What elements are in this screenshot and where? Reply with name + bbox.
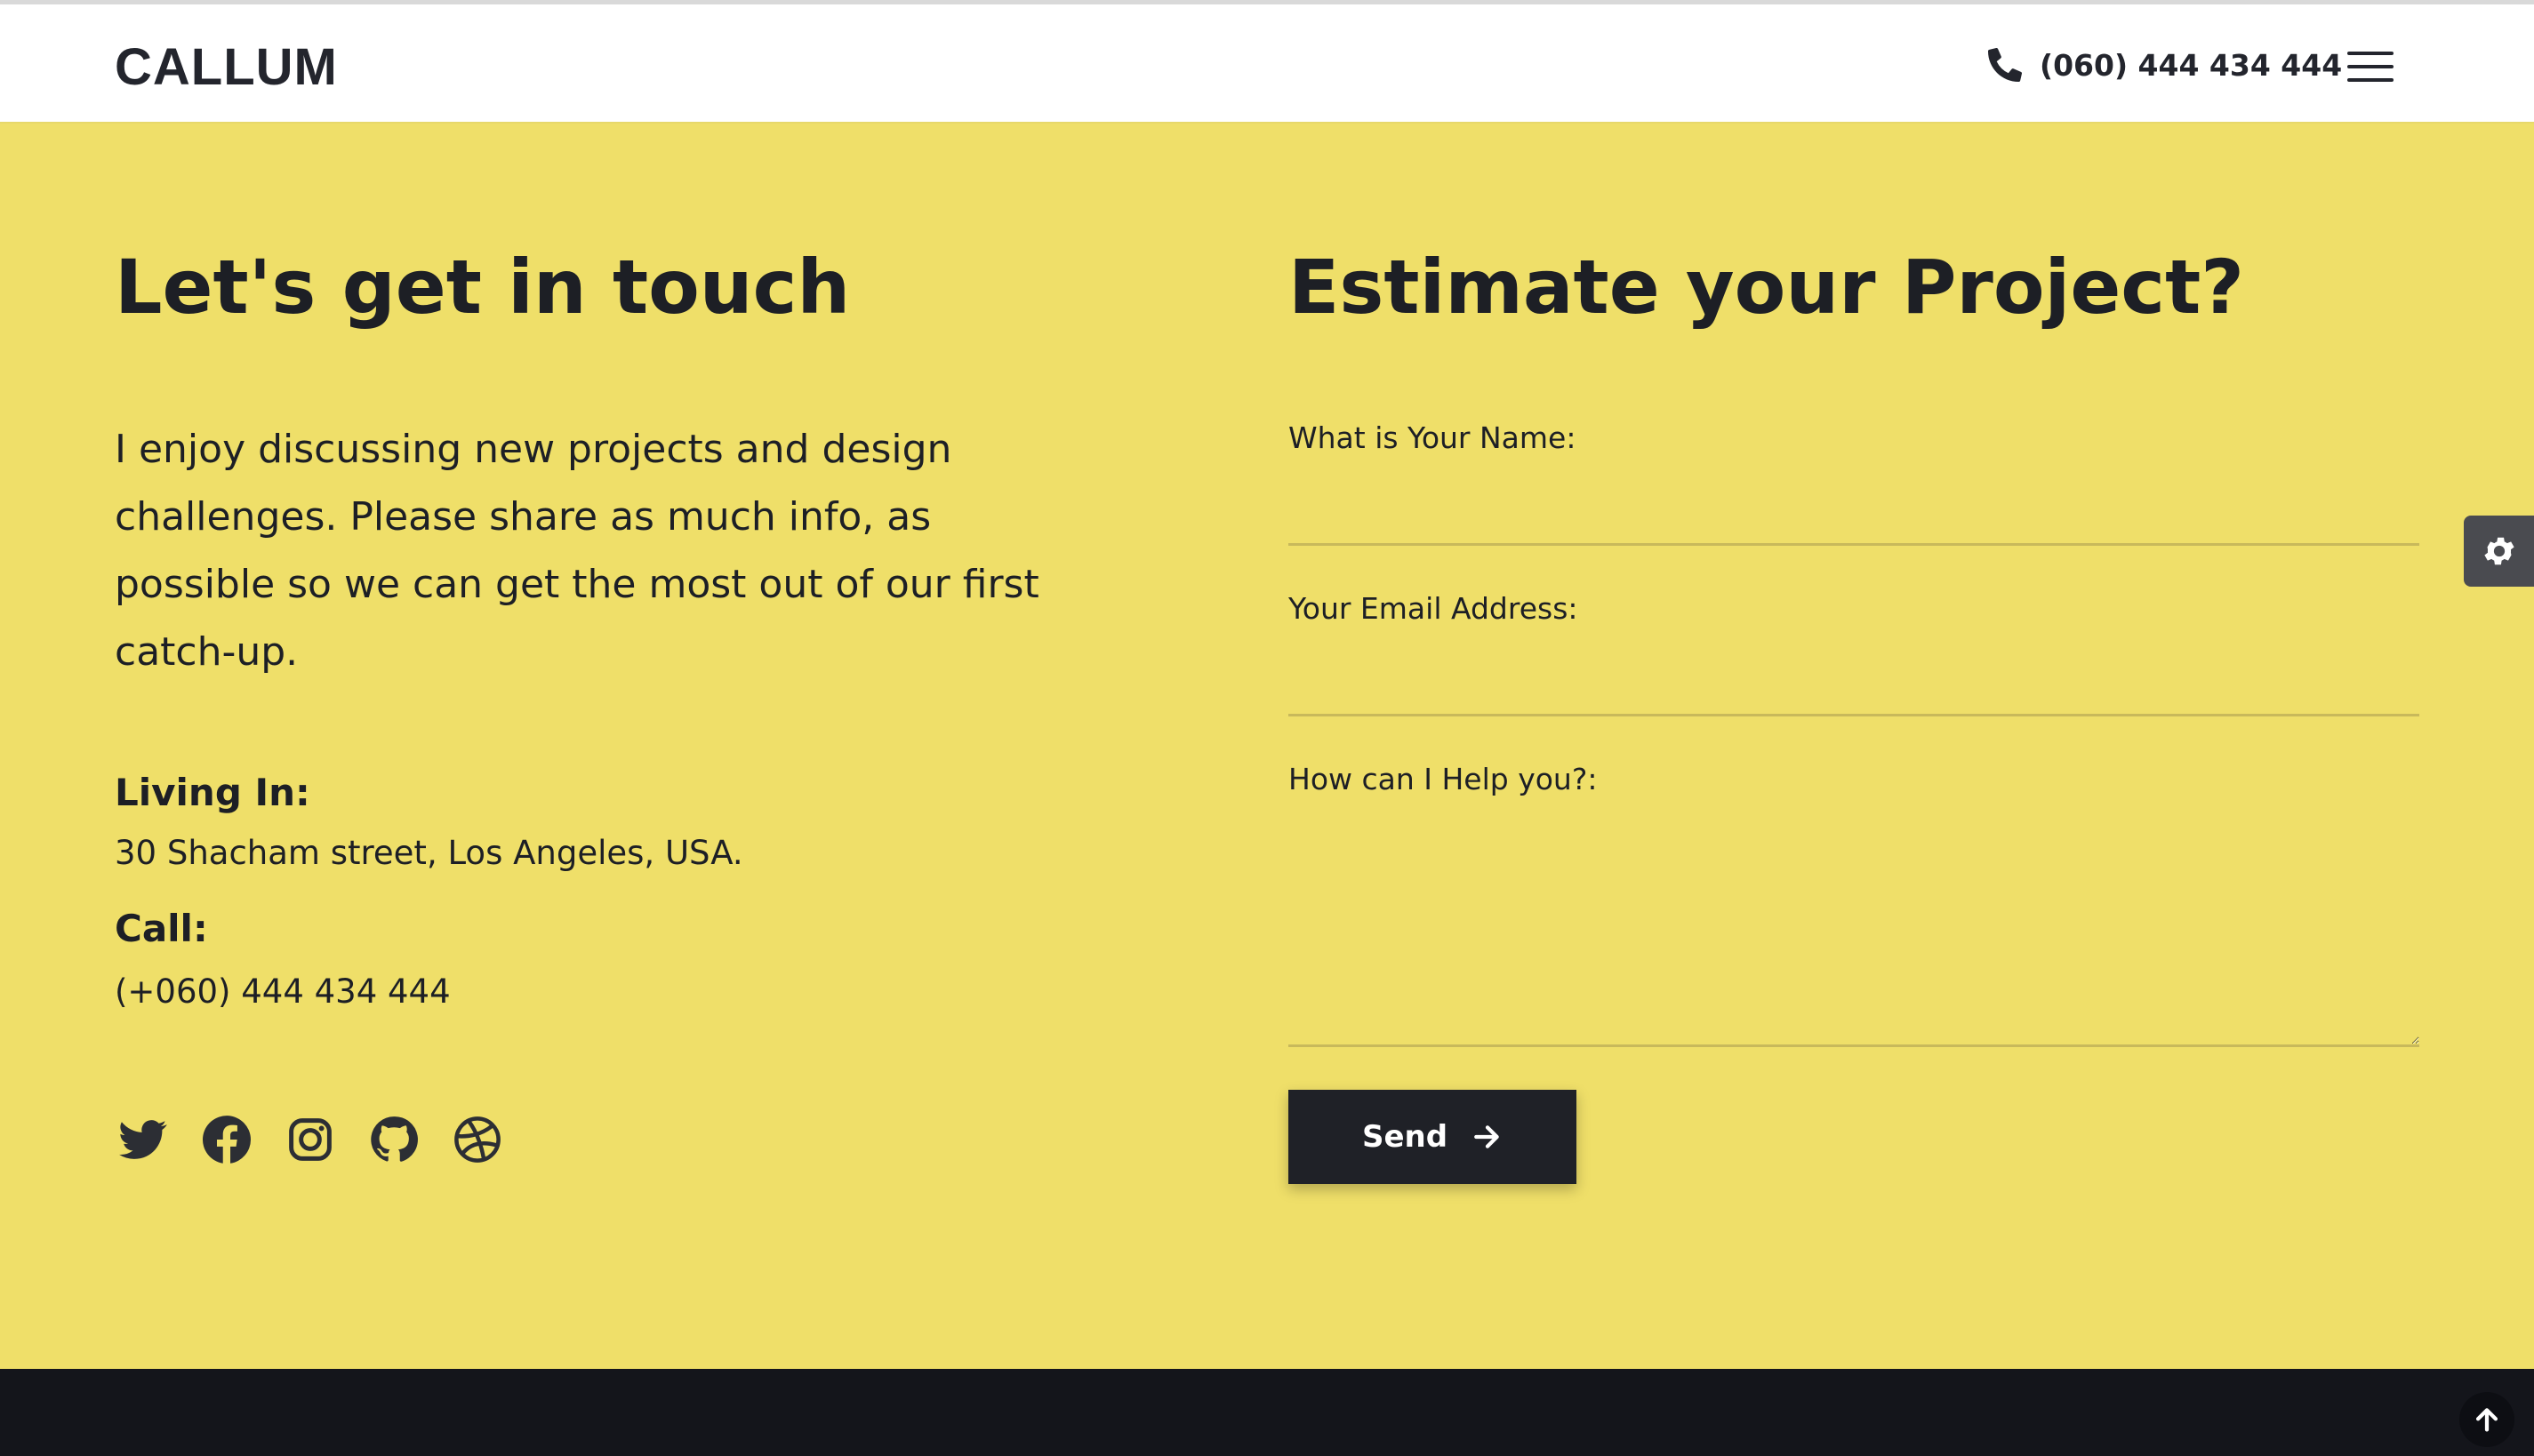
name-label: What is Your Name: bbox=[1288, 420, 1576, 455]
instagram-icon[interactable] bbox=[286, 1116, 334, 1164]
send-button[interactable]: Send bbox=[1288, 1090, 1576, 1184]
logo[interactable]: CALLUM bbox=[115, 36, 338, 99]
header-phone-number: (060) 444 434 444 bbox=[2040, 47, 2343, 83]
living-in-label: Living In: bbox=[115, 771, 310, 814]
send-button-label: Send bbox=[1361, 1119, 1448, 1155]
contact-intro: I enjoy discussing new projects and desi… bbox=[115, 427, 1039, 675]
settings-toggle[interactable] bbox=[2464, 516, 2534, 587]
help-label: How can I Help you?: bbox=[1288, 762, 1598, 796]
call-label: Call: bbox=[115, 907, 208, 950]
scroll-to-top-button[interactable] bbox=[2459, 1392, 2514, 1447]
arrow-up-icon bbox=[2475, 1408, 2498, 1432]
dribbble-icon[interactable] bbox=[453, 1116, 501, 1164]
menu-icon[interactable] bbox=[2347, 52, 2394, 82]
site-header: CALLUM (060) 444 434 444 bbox=[0, 4, 2534, 124]
social-links bbox=[119, 1116, 501, 1164]
message-textarea[interactable] bbox=[1288, 827, 2419, 1047]
form-title: Estimate your Project? bbox=[1288, 244, 2244, 331]
email-input[interactable] bbox=[1288, 668, 2419, 716]
header-phone[interactable]: (060) 444 434 444 bbox=[1988, 43, 2342, 87]
facebook-icon[interactable] bbox=[203, 1116, 251, 1164]
contact-title: Let's get in touch bbox=[115, 244, 851, 331]
gear-icon bbox=[2483, 537, 2514, 565]
call-phone-number[interactable]: (+060) 444 434 444 bbox=[115, 969, 451, 1015]
github-icon[interactable] bbox=[370, 1116, 418, 1164]
phone-icon bbox=[1988, 48, 2022, 82]
twitter-icon[interactable] bbox=[119, 1116, 167, 1164]
email-label: Your Email Address: bbox=[1288, 591, 1578, 626]
address-text: 30 Shacham street, Los Angeles, USA. bbox=[115, 834, 743, 872]
site-footer bbox=[0, 1369, 2534, 1456]
arrow-right-icon bbox=[1474, 1125, 1499, 1148]
name-input[interactable] bbox=[1288, 498, 2419, 546]
